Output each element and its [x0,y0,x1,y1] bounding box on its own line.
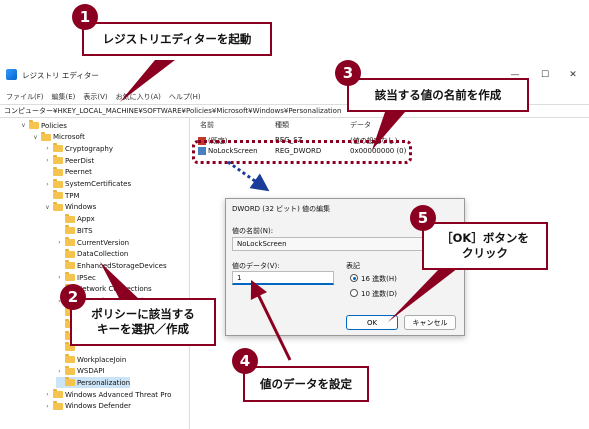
callout-2-pointer [100,262,140,300]
badge-3: 3 [335,60,361,86]
badge-4: 4 [232,348,258,374]
callout-3-pointer [372,112,405,150]
callout-2: ポリシーに該当する キーを選択／作成 [70,298,216,346]
callout-4: 値のデータを設定 [243,366,369,402]
callout-1-pointer [120,60,175,102]
callout-5: ［OK］ボタンを クリック [422,222,548,270]
badge-1: 1 [72,4,98,30]
badge-2: 2 [60,284,86,310]
annotation-arrows [100,60,458,361]
callout-5-pointer [388,268,458,322]
callout-3: 該当する値の名前を作成 [347,78,529,112]
callout-4-arrow [250,279,292,361]
callout-1: レジストリエディターを起動 [82,22,272,56]
dialog-link-arrow [227,160,270,192]
badge-5: 5 [410,205,436,231]
